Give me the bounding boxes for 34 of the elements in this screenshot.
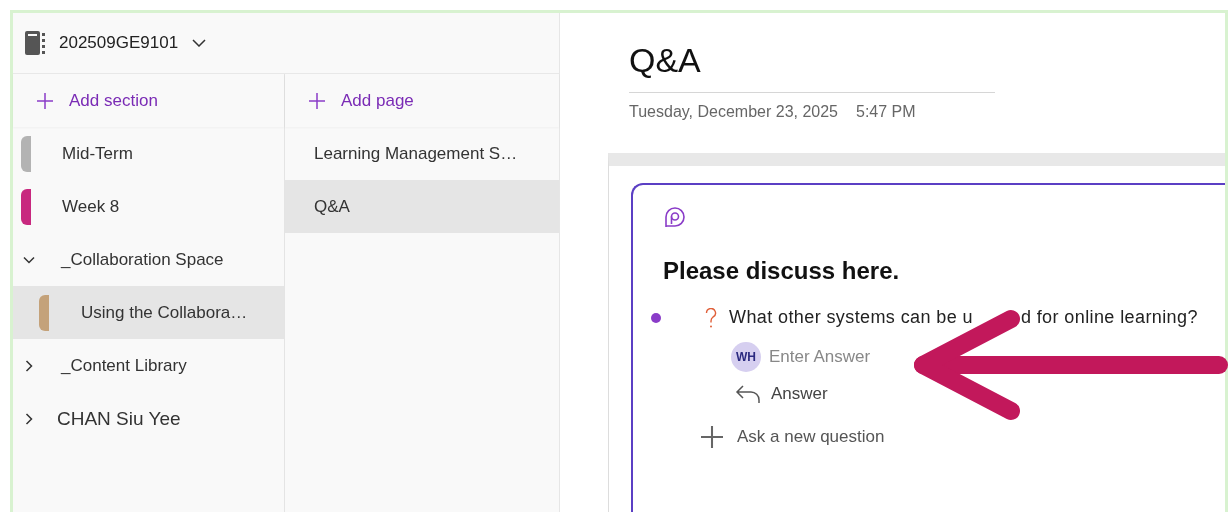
- section-item[interactable]: Week 8: [13, 180, 284, 233]
- page-time: 5:47 PM: [856, 103, 916, 121]
- chevron-right-icon: [23, 412, 35, 425]
- section-item[interactable]: Mid-Term: [13, 127, 284, 180]
- page-title: Q&A: [629, 41, 995, 93]
- question-text: What other systems can be u: [729, 307, 973, 328]
- plus-icon: [701, 426, 723, 448]
- chevron-down-icon: [192, 39, 207, 47]
- page-item[interactable]: Learning Management S…: [285, 127, 559, 180]
- notebook-icon: [25, 31, 45, 55]
- answer-field[interactable]: Enter Answer: [769, 347, 909, 367]
- qa-heading: Please discuss here.: [663, 257, 900, 285]
- add-section-button[interactable]: Add section: [13, 74, 284, 127]
- notebook-name: 202509GE9101: [59, 33, 179, 53]
- chat-bubble-icon: [663, 205, 687, 229]
- page-date: Tuesday, December 23, 2025: [629, 103, 838, 121]
- plus-icon: [309, 92, 325, 109]
- ask-question-button[interactable]: Ask a new question: [701, 426, 885, 448]
- reply-button[interactable]: Answer: [735, 384, 828, 404]
- section-item[interactable]: Using the Collabora…: [13, 286, 284, 339]
- section-group[interactable]: CHAN Siu Yee: [57, 407, 181, 430]
- add-section-label: Add section: [69, 90, 158, 111]
- add-page-label: Add page: [341, 90, 414, 111]
- question-mark-icon: [705, 307, 717, 328]
- section-group[interactable]: _Content Library: [61, 355, 187, 376]
- page-item[interactable]: Q&A: [285, 180, 559, 233]
- reply-icon: [735, 384, 761, 404]
- chevron-right-icon: [23, 359, 35, 372]
- notebook-header[interactable]: 202509GE9101: [13, 13, 559, 74]
- question-text: d for online learning?: [1020, 307, 1198, 328]
- add-page-button[interactable]: Add page: [285, 74, 559, 127]
- section-group[interactable]: _Collaboration Space: [61, 249, 224, 270]
- avatar: WH: [731, 342, 761, 372]
- plus-icon: [37, 92, 53, 109]
